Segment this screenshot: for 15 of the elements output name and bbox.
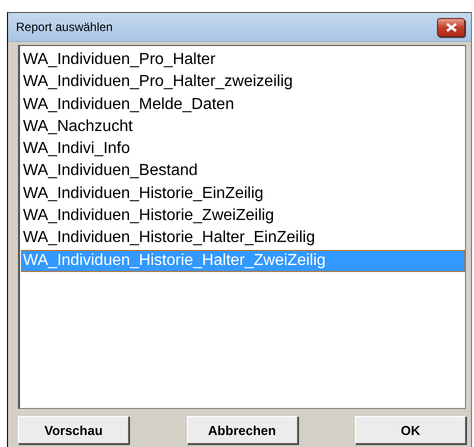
- dialog-button[interactable]: OK: [355, 416, 466, 444]
- report-item[interactable]: WA_Individuen_Historie_ZweiZeilig: [21, 205, 465, 228]
- report-item[interactable]: WA_Nachzucht: [21, 116, 465, 138]
- report-item[interactable]: WA_Individuen_Bestand: [21, 160, 465, 183]
- close-button[interactable]: [437, 18, 465, 36]
- report-item[interactable]: WA_Individuen_Melde_Daten: [21, 94, 465, 116]
- report-item[interactable]: WA_Indivi_Info: [21, 138, 465, 160]
- dialog-button[interactable]: Vorschau: [18, 416, 129, 444]
- close-icon: [446, 22, 456, 32]
- report-item[interactable]: WA_Individuen_Historie_EinZeilig: [21, 182, 465, 206]
- report-item[interactable]: WA_Individuen_Pro_Halter_zweizeilig: [21, 71, 465, 94]
- dialog-button[interactable]: Abbrechen: [186, 416, 298, 444]
- report-item[interactable]: WA_Individuen_Historie_Halter_EinZeilig: [21, 227, 465, 250]
- report-item[interactable]: WA_Individuen_Pro_Halter: [21, 49, 465, 72]
- window-title: Report auswählen: [16, 20, 113, 34]
